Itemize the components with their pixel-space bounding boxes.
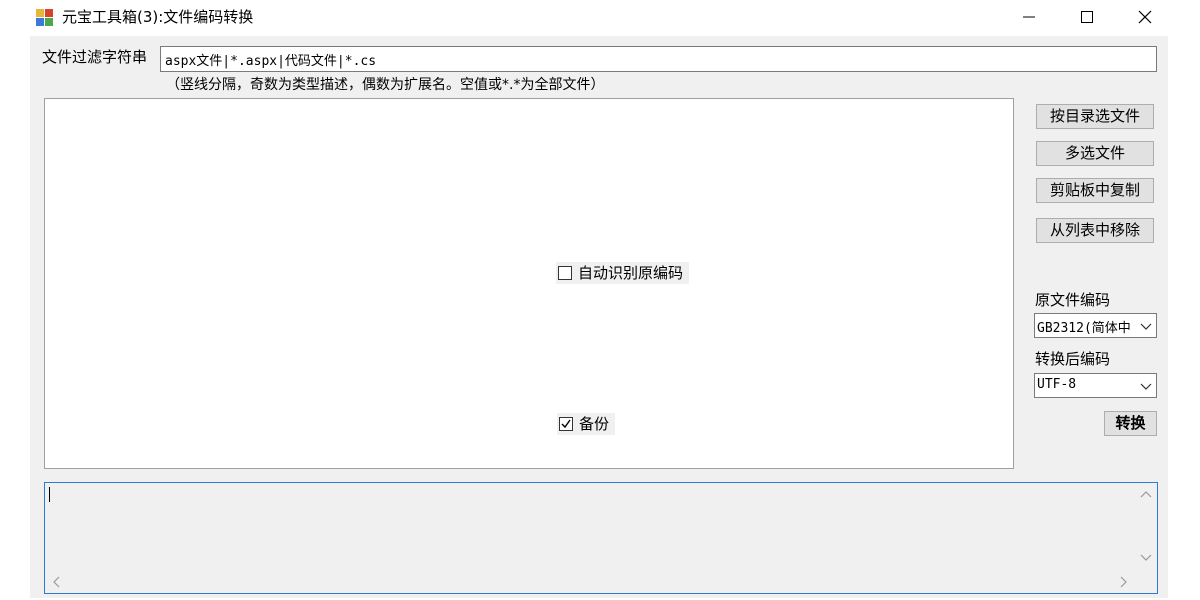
vertical-scrollbar[interactable] xyxy=(1135,483,1157,571)
filter-label: 文件过滤字符串 xyxy=(42,48,148,66)
target-encoding-value: UTF-8 xyxy=(1037,377,1077,392)
maximize-button[interactable] xyxy=(1058,0,1116,34)
filter-hint: （竖线分隔，奇数为类型描述，偶数为扩展名。空值或*.*为全部文件） xyxy=(166,77,605,93)
chevron-down-icon[interactable] xyxy=(1139,320,1153,332)
scroll-left-icon[interactable] xyxy=(51,576,61,588)
auto-detect-checkbox[interactable]: 自动识别原编码 xyxy=(556,262,690,284)
target-encoding-label: 转换后编码 xyxy=(1035,350,1111,368)
checkbox-box-checked[interactable] xyxy=(559,417,573,431)
chevron-down-icon[interactable] xyxy=(1139,380,1153,392)
minimize-icon xyxy=(1023,16,1035,18)
scroll-down-icon[interactable] xyxy=(1140,553,1152,563)
window-title: 元宝工具箱(3):文件编码转换 xyxy=(62,8,254,26)
close-button[interactable] xyxy=(1116,0,1174,34)
close-icon xyxy=(1138,10,1152,24)
minimize-button[interactable] xyxy=(1000,0,1058,34)
source-encoding-label: 原文件编码 xyxy=(1035,291,1111,309)
source-encoding-value: GB2312(简体中 xyxy=(1037,321,1131,336)
copy-from-clipboard-button[interactable]: 剪贴板中复制 xyxy=(1036,178,1154,203)
source-encoding-select[interactable]: GB2312(简体中 xyxy=(1034,313,1157,338)
backup-checkbox[interactable]: 备份 xyxy=(557,413,616,435)
title-bar: 元宝工具箱(3):文件编码转换 xyxy=(0,0,1200,36)
backup-label: 备份 xyxy=(579,415,610,433)
select-by-directory-button[interactable]: 按目录选文件 xyxy=(1036,104,1154,129)
app-icon[interactable] xyxy=(36,9,54,27)
scroll-up-icon[interactable] xyxy=(1140,489,1152,499)
file-list[interactable] xyxy=(44,98,1014,469)
horizontal-scrollbar[interactable] xyxy=(45,571,1135,593)
checkmark-icon xyxy=(561,419,571,429)
text-caret xyxy=(49,487,50,502)
auto-detect-label: 自动识别原编码 xyxy=(578,264,684,282)
scroll-right-icon[interactable] xyxy=(1119,576,1129,588)
maximize-icon xyxy=(1081,11,1093,23)
target-encoding-select[interactable]: UTF-8 xyxy=(1034,373,1157,398)
remove-from-list-button[interactable]: 从列表中移除 xyxy=(1036,218,1154,243)
log-output[interactable] xyxy=(44,482,1158,594)
filter-input[interactable]: aspx文件|*.aspx|代码文件|*.cs xyxy=(160,46,1157,72)
multi-select-files-button[interactable]: 多选文件 xyxy=(1036,141,1154,166)
checkbox-box[interactable] xyxy=(558,266,572,280)
convert-button[interactable]: 转换 xyxy=(1104,411,1157,436)
